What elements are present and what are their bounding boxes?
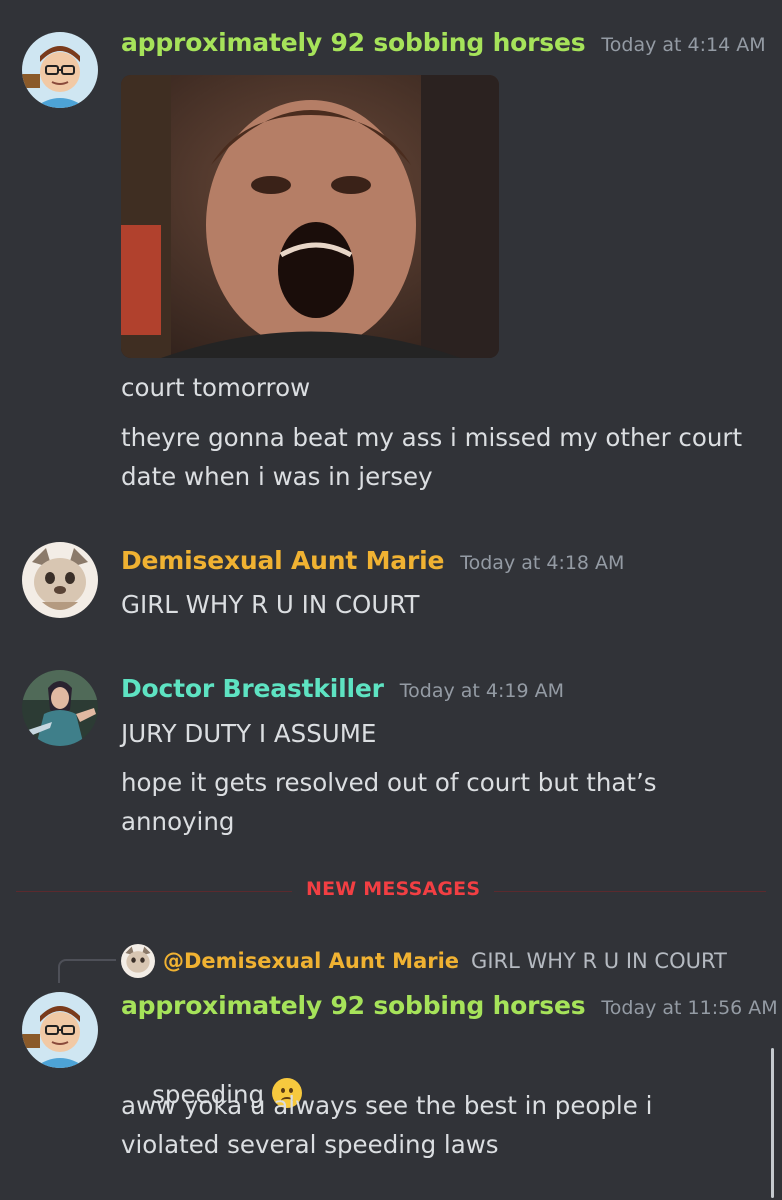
reply-reference[interactable]: @Demisexual Aunt Marie GIRL WHY R U IN C… — [121, 944, 727, 978]
message-line: GIRL WHY R U IN COURT — [121, 590, 420, 619]
message-line: hope it gets resolved out of court but t… — [121, 768, 665, 836]
reply-spine — [58, 959, 116, 983]
reply-preview-text: GIRL WHY R U IN COURT — [471, 949, 727, 973]
avatar-breastkiller[interactable] — [22, 670, 98, 746]
avatar-horses[interactable] — [22, 992, 98, 1068]
timestamp: Today at 4:14 AM — [601, 34, 766, 56]
message-header: approximately 92 sobbing horses Today at… — [121, 28, 766, 57]
avatar-horses[interactable] — [22, 32, 98, 108]
username[interactable]: approximately 92 sobbing horses — [121, 991, 586, 1020]
image-attachment[interactable] — [121, 75, 499, 358]
scrollbar[interactable] — [771, 1048, 774, 1198]
message-header: Demisexual Aunt Marie Today at 4:18 AM — [121, 546, 624, 575]
message-line: court tomorrow — [121, 373, 311, 402]
message-line: theyre gonna beat my ass i missed my oth… — [121, 423, 750, 491]
message-header: approximately 92 sobbing horses Today at… — [121, 991, 778, 1020]
username[interactable]: Doctor Breastkiller — [121, 674, 384, 703]
message-header: Doctor Breastkiller Today at 4:19 AM — [121, 674, 564, 703]
username[interactable]: Demisexual Aunt Marie — [121, 546, 444, 575]
timestamp: Today at 4:19 AM — [399, 680, 564, 702]
reply-author[interactable]: @Demisexual Aunt Marie — [163, 949, 459, 973]
username[interactable]: approximately 92 sobbing horses — [121, 28, 586, 57]
new-messages-label: NEW MESSAGES — [292, 878, 495, 900]
message-line: JURY DUTY I ASSUME — [121, 719, 377, 748]
reply-avatar-marie — [121, 944, 155, 978]
timestamp: Today at 4:18 AM — [460, 552, 625, 574]
message-line: aww yoka u always see the best in people… — [121, 1091, 661, 1159]
avatar-marie[interactable] — [22, 542, 98, 618]
timestamp: Today at 11:56 AM — [601, 997, 778, 1019]
screaming-man-image — [121, 75, 499, 358]
